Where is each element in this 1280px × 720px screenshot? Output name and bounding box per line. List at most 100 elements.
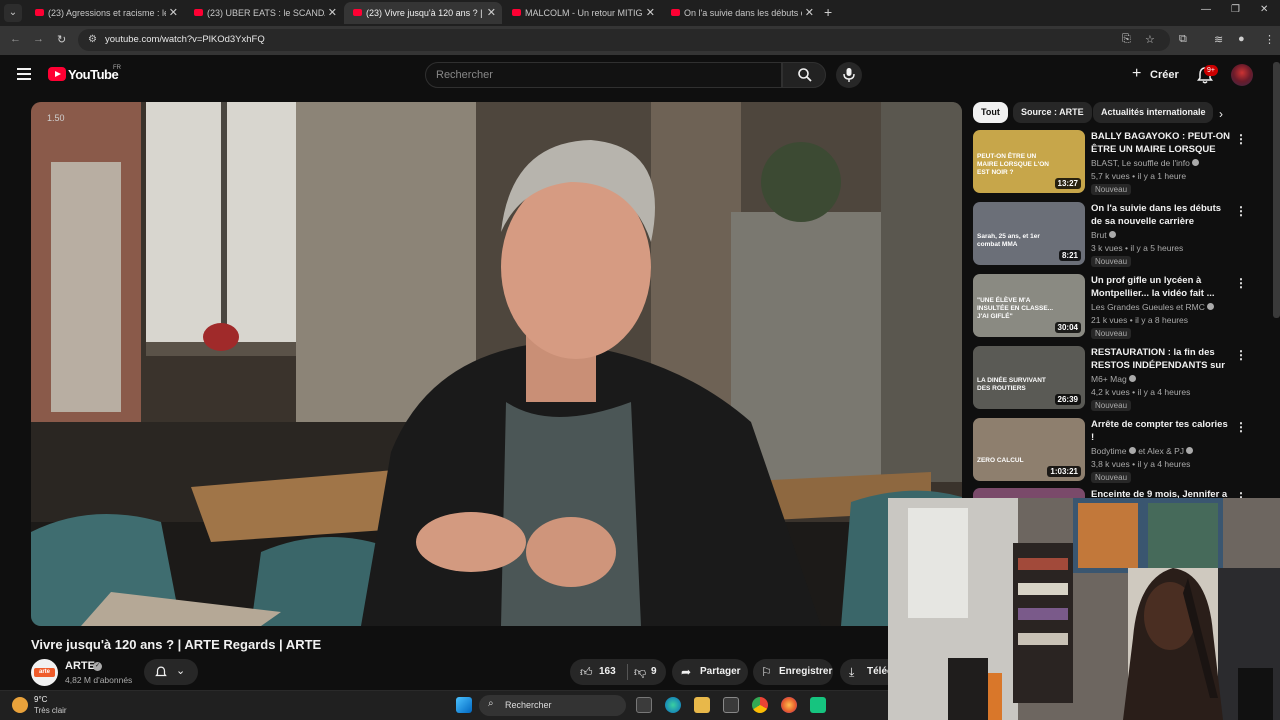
recommendation-item[interactable]: "UNE ÉLÈVE M'A INSULTÉE EN CLASSE... J'A…	[973, 274, 1247, 340]
close-tab-icon[interactable]: ✕	[646, 2, 655, 24]
recommendation-title[interactable]: Enceinte de 9 mois, Jennifer a	[1091, 488, 1231, 498]
microsoft-store-icon[interactable]	[723, 697, 739, 713]
recommendation-channel[interactable]: Brut	[1091, 230, 1116, 240]
microphone-icon	[843, 68, 855, 82]
recommendation-item[interactable]: Sarah, 25 ans, et 1er combat MMA 8:21 On l…	[973, 202, 1247, 268]
verified-check-icon	[1129, 375, 1137, 382]
search-input[interactable]: Rechercher	[425, 62, 782, 88]
browser-tab[interactable]: On l'a suivie dans les débuts de ✕	[662, 2, 820, 24]
address-bar[interactable]: ⚙ youtube.com/watch?v=PlKOd3YxhFQ ⎘ ☆	[78, 29, 1170, 51]
file-explorer-icon[interactable]	[694, 697, 710, 713]
extensions-icon[interactable]: ⧉	[1179, 33, 1187, 46]
recommendation-channel[interactable]: Bodytime et Alex & PJ	[1091, 446, 1194, 456]
close-tab-icon[interactable]: ✕	[805, 2, 814, 24]
taskbar-search[interactable]: ⌕ Rechercher	[479, 695, 626, 716]
chip-source-arte[interactable]: Source : ARTE	[1013, 102, 1092, 123]
recommendation-item[interactable]: Enceinte de 9 mois, Jennifer a ⋮	[973, 488, 1243, 498]
dislike-button[interactable]: 👎︎ 9	[628, 659, 666, 685]
more-options-icon[interactable]: ⋮	[1235, 204, 1247, 218]
back-icon[interactable]: ←	[10, 33, 21, 45]
search-button[interactable]	[782, 62, 826, 88]
chip-all[interactable]: Tout	[973, 102, 1008, 123]
app-icon[interactable]	[810, 697, 826, 713]
recommendation-meta: 4,2 k vues • il y a 4 heures	[1091, 387, 1191, 397]
channel-name: M6+ Mag	[1091, 374, 1127, 384]
tab-title: On l'a suivie dans les débuts de	[684, 8, 802, 18]
video-thumbnail[interactable]: ZERO CALCUL 1:03:21	[973, 418, 1085, 481]
video-duration: 30:04	[1054, 322, 1081, 333]
more-options-icon[interactable]: ⋮	[1235, 276, 1247, 290]
recommendation-title[interactable]: RESTAURATION : la fin des RESTOS INDÉPEN…	[1091, 346, 1231, 372]
recommendation-channel[interactable]: BLAST, Le souffle de l'info	[1091, 158, 1200, 168]
youtube-logo-text[interactable]: YouTube	[68, 67, 119, 82]
chevron-right-icon[interactable]: ›	[1219, 107, 1223, 121]
close-tab-icon[interactable]: ✕	[169, 2, 178, 24]
recommendation-channel[interactable]: Les Grandes Gueules et RMC	[1091, 302, 1215, 312]
youtube-favicon-icon	[194, 9, 203, 16]
profile-icon[interactable]: ●	[1238, 33, 1245, 45]
channel-avatar[interactable]: arte	[31, 659, 58, 686]
video-thumbnail[interactable]: "UNE ÉLÈVE M'A INSULTÉE EN CLASSE... J'A…	[973, 274, 1085, 337]
recommendation-title[interactable]: BALLY BAGAYOKO : PEUT-ON ÊTRE UN MAIRE L…	[1091, 130, 1231, 156]
windows-start-icon[interactable]	[456, 697, 472, 713]
recommendation-title[interactable]: On l'a suivie dans les débuts de sa nouv…	[1091, 202, 1231, 228]
browser-menu-icon[interactable]: ⋮	[1264, 33, 1275, 46]
new-tab-button[interactable]: +	[824, 3, 840, 21]
video-thumbnail[interactable]: PEUT-ON ÊTRE UN MAIRE LORSQUE L'ON EST N…	[973, 130, 1085, 193]
firefox-icon[interactable]	[781, 697, 797, 713]
tab-search-button[interactable]: ⌄	[4, 4, 22, 22]
chip-international-news[interactable]: Actualités internationale	[1093, 102, 1213, 123]
recommendation-item[interactable]: PEUT-ON ÊTRE UN MAIRE LORSQUE L'ON EST N…	[973, 130, 1247, 196]
account-avatar[interactable]	[1231, 64, 1253, 86]
task-view-icon[interactable]	[636, 697, 652, 713]
close-tab-icon[interactable]: ✕	[328, 2, 337, 24]
browser-tab[interactable]: MALCOLM - Un retour MITIGÉ ? ✕	[503, 2, 661, 24]
share-button[interactable]: ➦ Partager	[672, 659, 748, 685]
more-options-icon[interactable]: ⋮	[1235, 132, 1247, 146]
video-player[interactable]: 1.50	[31, 102, 962, 626]
download-button[interactable]: ⤓ Téléc	[840, 659, 893, 685]
browser-tab[interactable]: (23) Agressions et racisme : le c ✕	[26, 2, 184, 24]
tab-groups-icon[interactable]: ≋	[1214, 33, 1223, 46]
site-info-icon[interactable]: ⚙	[88, 34, 97, 45]
verified-check-icon	[1192, 159, 1200, 166]
save-button[interactable]: ⚐ Enregistrer	[753, 659, 833, 685]
reload-icon[interactable]: ↻	[57, 33, 66, 46]
video-thumbnail[interactable]: Sarah, 25 ans, et 1er combat MMA 8:21	[973, 202, 1085, 265]
notification-settings-button[interactable]: ⌄	[144, 659, 198, 685]
browser-tab[interactable]: (23) UBER EATS : le SCANDALE ✕	[185, 2, 343, 24]
bookmark-star-icon[interactable]: ☆	[1145, 33, 1155, 46]
hamburger-menu-icon[interactable]	[17, 68, 31, 80]
voice-search-button[interactable]	[836, 62, 862, 88]
recommendation-title[interactable]: Un prof gifle un lycéen à Montpellier...…	[1091, 274, 1231, 300]
youtube-logo-icon[interactable]	[48, 67, 66, 81]
recommendation-item[interactable]: ZERO CALCUL 1:03:21 Arrête de compter tes …	[973, 418, 1247, 484]
install-app-icon[interactable]: ⎘	[1122, 33, 1131, 46]
edge-browser-icon[interactable]	[665, 697, 681, 713]
recommendation-meta: 3,8 k vues • il y a 4 heures	[1091, 459, 1191, 469]
video-duration: 8:21	[1058, 250, 1081, 261]
video-thumbnail[interactable]: LA DINÉE SURVIVANT DES ROUTIERS 26:39	[973, 346, 1085, 409]
close-tab-icon[interactable]: ✕	[487, 2, 496, 24]
create-button[interactable]: + Créer	[1124, 62, 1184, 88]
channel-name[interactable]: ARTE	[65, 660, 95, 672]
page-scrollbar[interactable]	[1273, 62, 1280, 318]
more-options-icon[interactable]: ⋮	[1235, 348, 1247, 362]
channel-collab: et Alex & PJ	[1138, 446, 1185, 456]
recommendation-title[interactable]: Arrête de compter tes calories !	[1091, 418, 1231, 444]
forward-icon[interactable]: →	[33, 33, 44, 45]
browser-tab-active[interactable]: (23) Vivre jusqu'à 120 ans ? | AR ✕	[344, 2, 502, 24]
video-frame	[31, 102, 962, 626]
close-window-icon[interactable]: ✕	[1260, 4, 1268, 15]
weather-sun-icon[interactable]	[12, 697, 28, 713]
chrome-icon[interactable]	[752, 697, 768, 713]
like-button[interactable]: 👍︎ 163	[570, 659, 626, 685]
minimize-icon[interactable]: —	[1201, 4, 1211, 15]
download-icon: ⤓	[849, 665, 855, 679]
recommendation-channel[interactable]: M6+ Mag	[1091, 374, 1137, 384]
more-options-icon[interactable]: ⋮	[1235, 490, 1243, 498]
video-thumbnail[interactable]	[973, 488, 1085, 498]
recommendation-item[interactable]: LA DINÉE SURVIVANT DES ROUTIERS 26:39 REST…	[973, 346, 1247, 412]
more-options-icon[interactable]: ⋮	[1235, 420, 1247, 434]
restore-icon[interactable]: ❐	[1231, 4, 1240, 15]
